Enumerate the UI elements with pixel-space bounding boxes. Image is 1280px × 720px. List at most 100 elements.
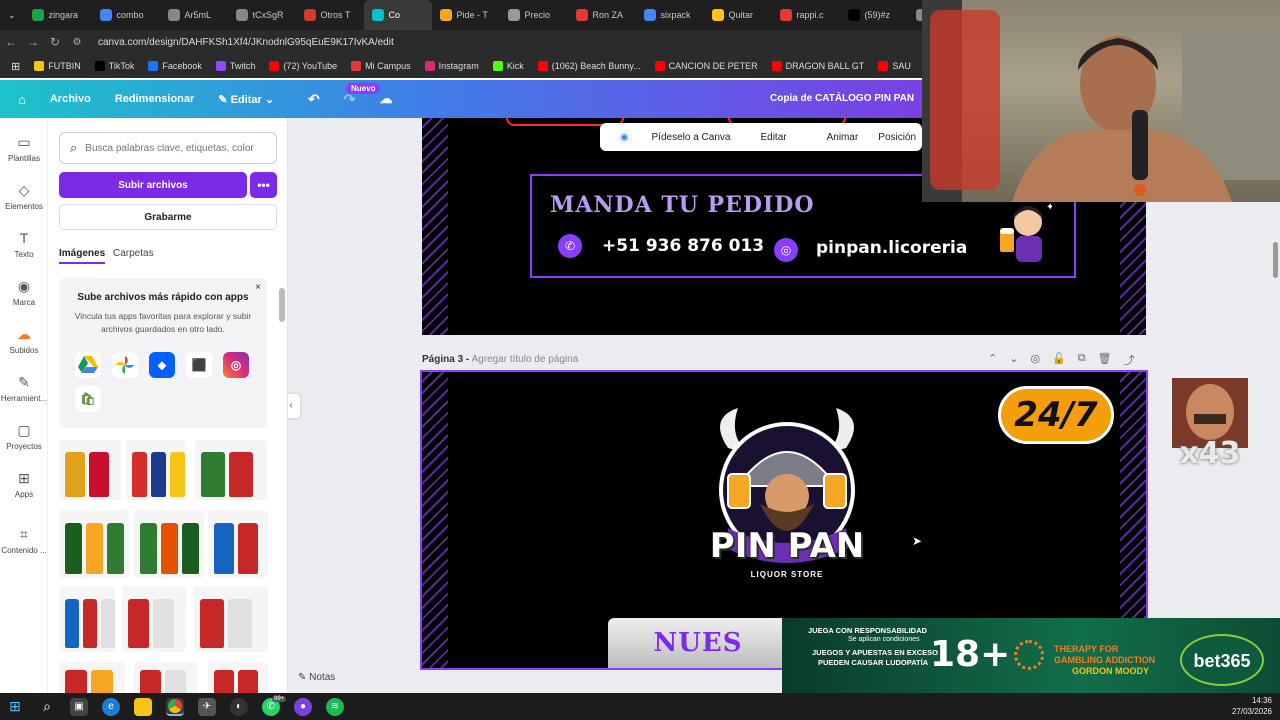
file-explorer-icon[interactable]	[134, 697, 152, 716]
capcut-icon[interactable]: ⬛	[186, 352, 212, 378]
whatsapp-icon[interactable]: ✆ 99+	[262, 695, 287, 716]
back-icon[interactable]: ←	[0, 35, 22, 49]
edit-button[interactable]: Editar	[750, 132, 796, 143]
phone-number[interactable]: +51 936 876 013	[602, 236, 764, 256]
design-title[interactable]: Copia de CATÁLOGO PIN PAN	[770, 93, 914, 104]
bookmark-item[interactable]: Twitch	[211, 61, 261, 71]
search-box[interactable]: ⌕	[59, 132, 277, 164]
dropbox-icon[interactable]: ⬥	[149, 352, 175, 378]
shopify-icon[interactable]: 🛍	[75, 386, 101, 412]
bookmark-item[interactable]: Kick	[488, 61, 529, 71]
record-yourself-button[interactable]: Grabarme	[59, 204, 277, 230]
app-icon-2[interactable]: ◐	[230, 697, 248, 716]
editar-menu[interactable]: ✎ Editar ⌄	[206, 93, 286, 106]
collapse-panel-icon[interactable]: ‹	[288, 394, 300, 418]
rail-item-plantillas[interactable]: ▭ Plantillas	[0, 134, 48, 163]
page-title-input[interactable]: Agregar título de página	[471, 354, 578, 365]
animate-button[interactable]: Animar	[817, 132, 869, 143]
store-icon[interactable]: ▣	[70, 697, 88, 716]
rail-item-proyectos[interactable]: ▢ Proyectos	[0, 422, 48, 451]
undo-icon[interactable]: ↶	[286, 91, 332, 108]
uploaded-image-thumbnail[interactable]	[59, 440, 121, 500]
archivo-menu[interactable]: Archivo	[38, 93, 103, 105]
rail-item-texto[interactable]: T Texto	[0, 230, 48, 259]
tab-list-button[interactable]: ⌄	[0, 0, 24, 30]
uploaded-image-thumbnail[interactable]	[122, 586, 186, 652]
browser-tab[interactable]: combo	[92, 0, 160, 30]
app-icon-1[interactable]: ✈	[198, 697, 216, 716]
editor-scrollbar[interactable]	[1273, 242, 1278, 278]
rail-item-elementos[interactable]: ◇ Elementos	[0, 182, 48, 211]
rail-item-apps[interactable]: ⊞ Apps	[0, 470, 48, 499]
browser-tab[interactable]: tCxSgR	[228, 0, 296, 30]
system-clock[interactable]: 14:36 27/03/2026	[1232, 695, 1272, 717]
tab-images[interactable]: Imágenes	[59, 248, 106, 264]
bookmark-item[interactable]: DRAGON BALL GT	[767, 61, 870, 71]
hide-page-icon[interactable]: ◎	[1030, 352, 1040, 368]
instagram-icon[interactable]: ◎	[223, 352, 249, 378]
app-icon-3[interactable]: ●	[294, 697, 312, 716]
upload-files-button[interactable]: Subir archivos	[59, 172, 247, 198]
bookmark-item[interactable]: TikTok	[90, 61, 140, 71]
home-icon[interactable]: ⌂	[0, 92, 38, 107]
browser-tab[interactable]: sixpack	[636, 0, 704, 30]
search-input[interactable]	[85, 142, 266, 154]
lock-icon[interactable]: 🔓	[1052, 352, 1066, 368]
ask-canva-button[interactable]: ◉ Pídeselo a Canva	[600, 132, 750, 143]
rail-item-marca[interactable]: ◉ Marca	[0, 278, 48, 307]
delete-icon[interactable]: 🗑	[1098, 352, 1112, 368]
google-photos-icon[interactable]	[112, 352, 138, 378]
instagram-handle[interactable]: pinpan.licoreria	[816, 238, 967, 258]
browser-tab[interactable]: Precio	[500, 0, 568, 30]
order-title[interactable]: MANDA TU PEDIDO	[550, 192, 814, 218]
uploaded-image-thumbnail[interactable]	[126, 440, 186, 500]
start-icon[interactable]: ⊞	[6, 698, 24, 716]
uploaded-image-thumbnail[interactable]	[195, 440, 267, 500]
bookmark-item[interactable]: Facebook	[143, 61, 207, 71]
panel-scrollbar[interactable]	[279, 288, 285, 322]
chevron-up-icon[interactable]: ⌃	[988, 352, 997, 368]
reload-icon[interactable]: ↻	[44, 35, 66, 49]
browser-tab[interactable]: zingara	[24, 0, 92, 30]
uploaded-image-thumbnail[interactable]	[59, 662, 125, 693]
url-field[interactable]: canva.com/design/DAHFKSh1Xf4/JKnodnlG95q…	[98, 37, 394, 48]
search-icon[interactable]: ⌕	[38, 698, 56, 716]
uploaded-image-thumbnail[interactable]	[208, 510, 268, 578]
browser-tab[interactable]: rappi.c	[772, 0, 840, 30]
bookmark-item[interactable]: (1062) Beach Bunny...	[533, 61, 646, 71]
google-drive-icon[interactable]	[75, 352, 101, 378]
duplicate-icon[interactable]: ⧉	[1078, 352, 1086, 368]
spotify-icon[interactable]: ≋	[326, 697, 344, 716]
browser-tab[interactable]: Otros T	[296, 0, 364, 30]
site-info-icon[interactable]: ⚙	[66, 37, 88, 48]
chevron-down-icon[interactable]: ⌄	[1009, 352, 1018, 368]
notes-button[interactable]: ✎ Notas	[298, 672, 335, 683]
bookmark-item[interactable]: CANCION DE PETER	[650, 61, 763, 71]
browser-tab[interactable]: (59)#z	[840, 0, 908, 30]
pin-pan-viking-logo[interactable]: PIN PAN LIQUOR STORE	[698, 408, 876, 598]
add-page-icon[interactable]: ⤴	[1124, 352, 1135, 368]
more-options-button[interactable]: •••	[250, 172, 277, 198]
uploaded-image-thumbnail[interactable]	[59, 510, 129, 578]
redimensionar-button[interactable]: Redimensionar	[103, 93, 206, 105]
uploaded-image-thumbnail[interactable]	[134, 662, 198, 693]
uploaded-image-thumbnail[interactable]	[208, 662, 268, 693]
browser-tab[interactable]: Quitar	[704, 0, 772, 30]
tab-folders[interactable]: Carpetas	[113, 248, 154, 259]
bookmark-item[interactable]: (72) YouTube	[264, 61, 342, 71]
apps-grid-icon[interactable]: ⊞	[6, 60, 25, 73]
bookmark-item[interactable]: Instagram	[420, 61, 484, 71]
chrome-icon[interactable]	[166, 697, 184, 716]
section-banner[interactable]: NUES	[608, 618, 788, 668]
browser-tab[interactable]: Ron ZA	[568, 0, 636, 30]
rail-item-herramient[interactable]: ✎ Herramient...	[0, 374, 48, 403]
browser-tab[interactable]: Pide - T	[432, 0, 500, 30]
bookmark-item[interactable]: FUTBIN	[29, 61, 86, 71]
bookmark-item[interactable]: Mi Campus	[346, 61, 416, 71]
edge-icon[interactable]: e	[102, 697, 120, 716]
uploaded-image-thumbnail[interactable]	[134, 510, 204, 578]
rail-item-subidos[interactable]: ☁ Subidos	[0, 326, 48, 355]
browser-tab[interactable]: Ar5mL	[160, 0, 228, 30]
forward-icon[interactable]: →	[22, 35, 44, 49]
bookmark-item[interactable]: SAU	[873, 61, 916, 71]
